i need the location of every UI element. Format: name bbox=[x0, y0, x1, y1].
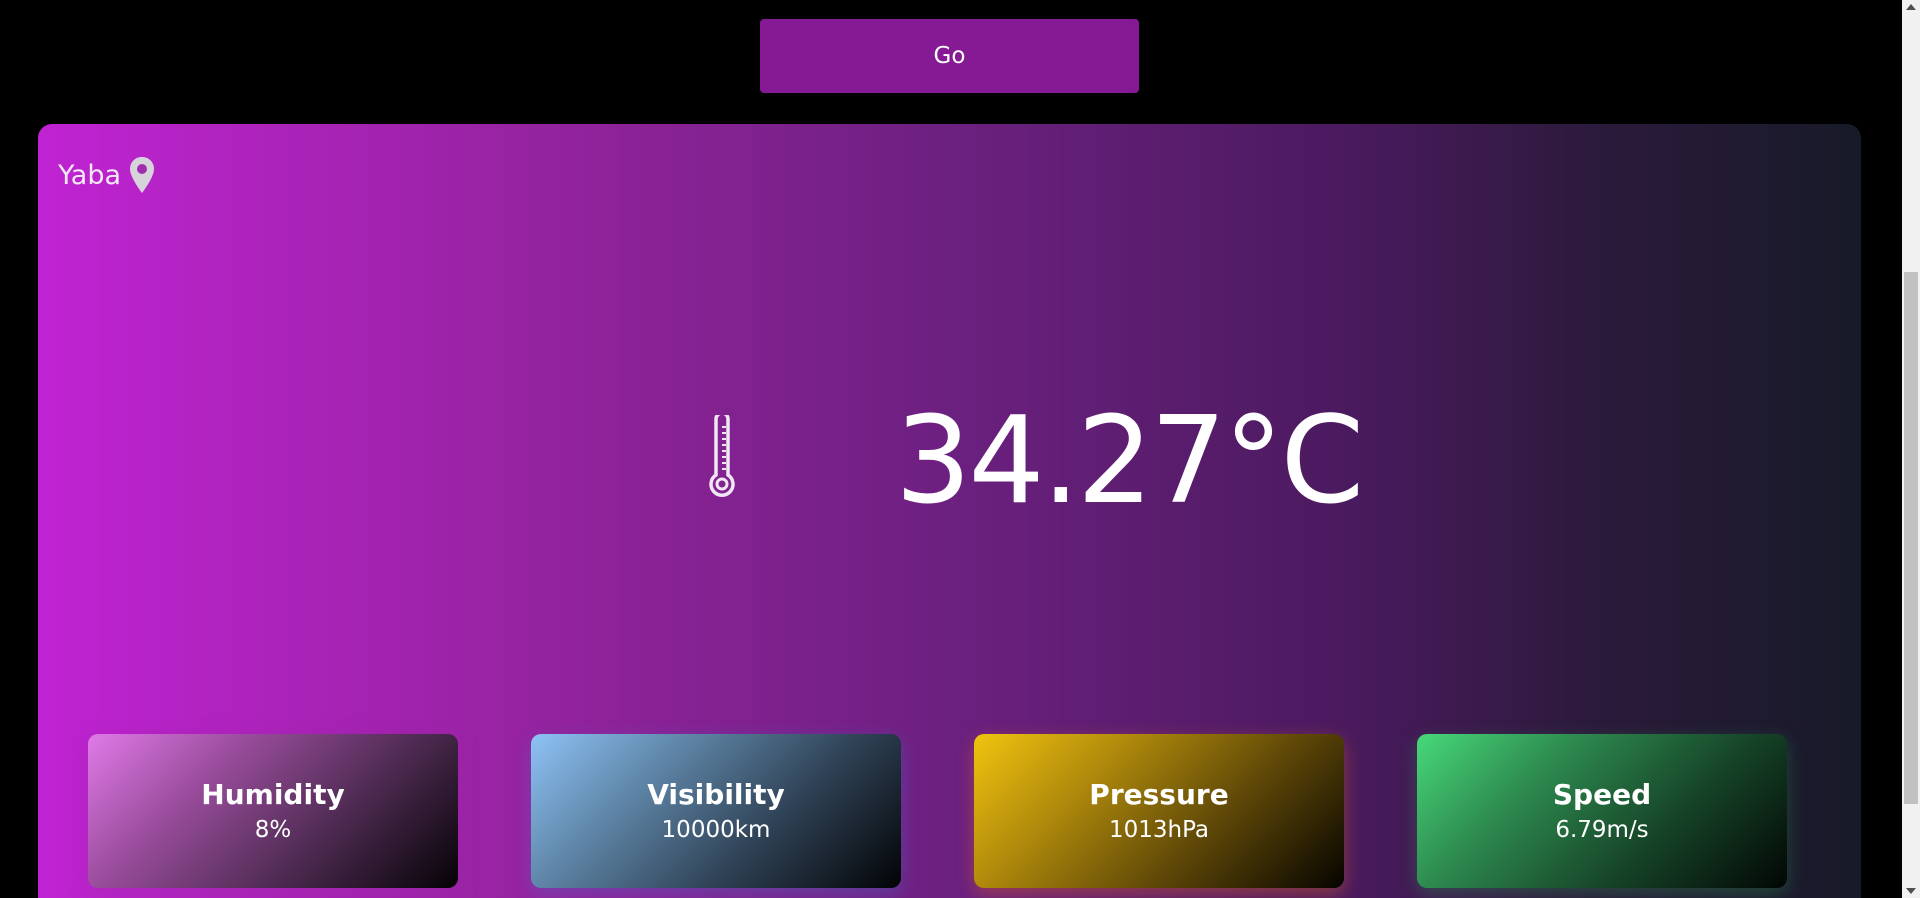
location-name: Yaba bbox=[58, 159, 122, 191]
speed-card: Speed 6.79m/s bbox=[1417, 734, 1787, 888]
map-pin-icon bbox=[130, 157, 155, 193]
humidity-value: 8% bbox=[254, 817, 292, 843]
pressure-value: 1013hPa bbox=[1108, 817, 1210, 843]
thermometer-icon bbox=[709, 415, 735, 497]
location-label: Yaba bbox=[58, 156, 155, 194]
speed-title: Speed bbox=[1552, 778, 1652, 811]
scroll-down-icon[interactable] bbox=[1906, 888, 1916, 894]
pressure-card: Pressure 1013hPa bbox=[974, 734, 1344, 888]
weather-page: Go Yaba 34.27°C Humidity 8% Visibility 1… bbox=[0, 0, 1920, 898]
visibility-title: Visibility bbox=[647, 778, 785, 811]
go-button[interactable]: Go bbox=[760, 19, 1139, 93]
weather-card: Yaba 34.27°C Humidity 8% Visibility 1000… bbox=[38, 124, 1861, 898]
pressure-title: Pressure bbox=[1089, 778, 1229, 811]
vertical-scrollbar[interactable] bbox=[1902, 0, 1920, 898]
scroll-up-icon[interactable] bbox=[1906, 4, 1916, 10]
visibility-value: 10000km bbox=[661, 817, 771, 843]
humidity-card: Humidity 8% bbox=[88, 734, 458, 888]
visibility-card: Visibility 10000km bbox=[531, 734, 901, 888]
temperature-row: 34.27°C bbox=[38, 392, 1861, 564]
speed-value: 6.79m/s bbox=[1555, 817, 1649, 843]
scrollbar-thumb[interactable] bbox=[1904, 272, 1918, 804]
humidity-title: Humidity bbox=[201, 778, 345, 811]
temperature-value: 34.27°C bbox=[895, 392, 1364, 531]
